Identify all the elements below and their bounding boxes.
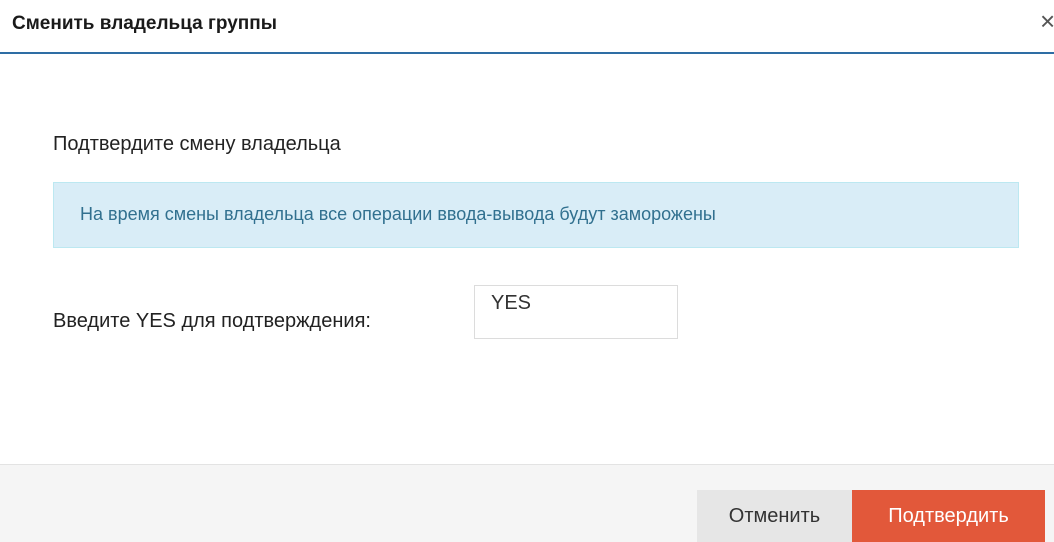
change-group-owner-dialog: Сменить владельца группы × Подтвердите с… bbox=[0, 0, 1054, 542]
cancel-button[interactable]: Отменить bbox=[697, 490, 852, 542]
confirm-input-label: Введите YES для подтверждения: bbox=[53, 310, 371, 332]
info-alert: На время смены владельца все операции вв… bbox=[53, 182, 1019, 248]
dialog-footer: Отменить Подтвердить bbox=[0, 464, 1054, 542]
info-alert-text: На время смены владельца все операции вв… bbox=[80, 204, 716, 224]
close-icon[interactable]: × bbox=[1040, 8, 1054, 34]
confirm-heading: Подтвердите смену владельца bbox=[53, 133, 341, 155]
confirm-button[interactable]: Подтвердить bbox=[852, 490, 1045, 542]
dialog-title: Сменить владельца группы bbox=[12, 13, 277, 34]
dialog-header: Сменить владельца группы × bbox=[0, 0, 1054, 54]
dialog-body: Подтвердите смену владельца На время сме… bbox=[0, 56, 1054, 464]
confirm-yes-input[interactable] bbox=[474, 285, 678, 339]
